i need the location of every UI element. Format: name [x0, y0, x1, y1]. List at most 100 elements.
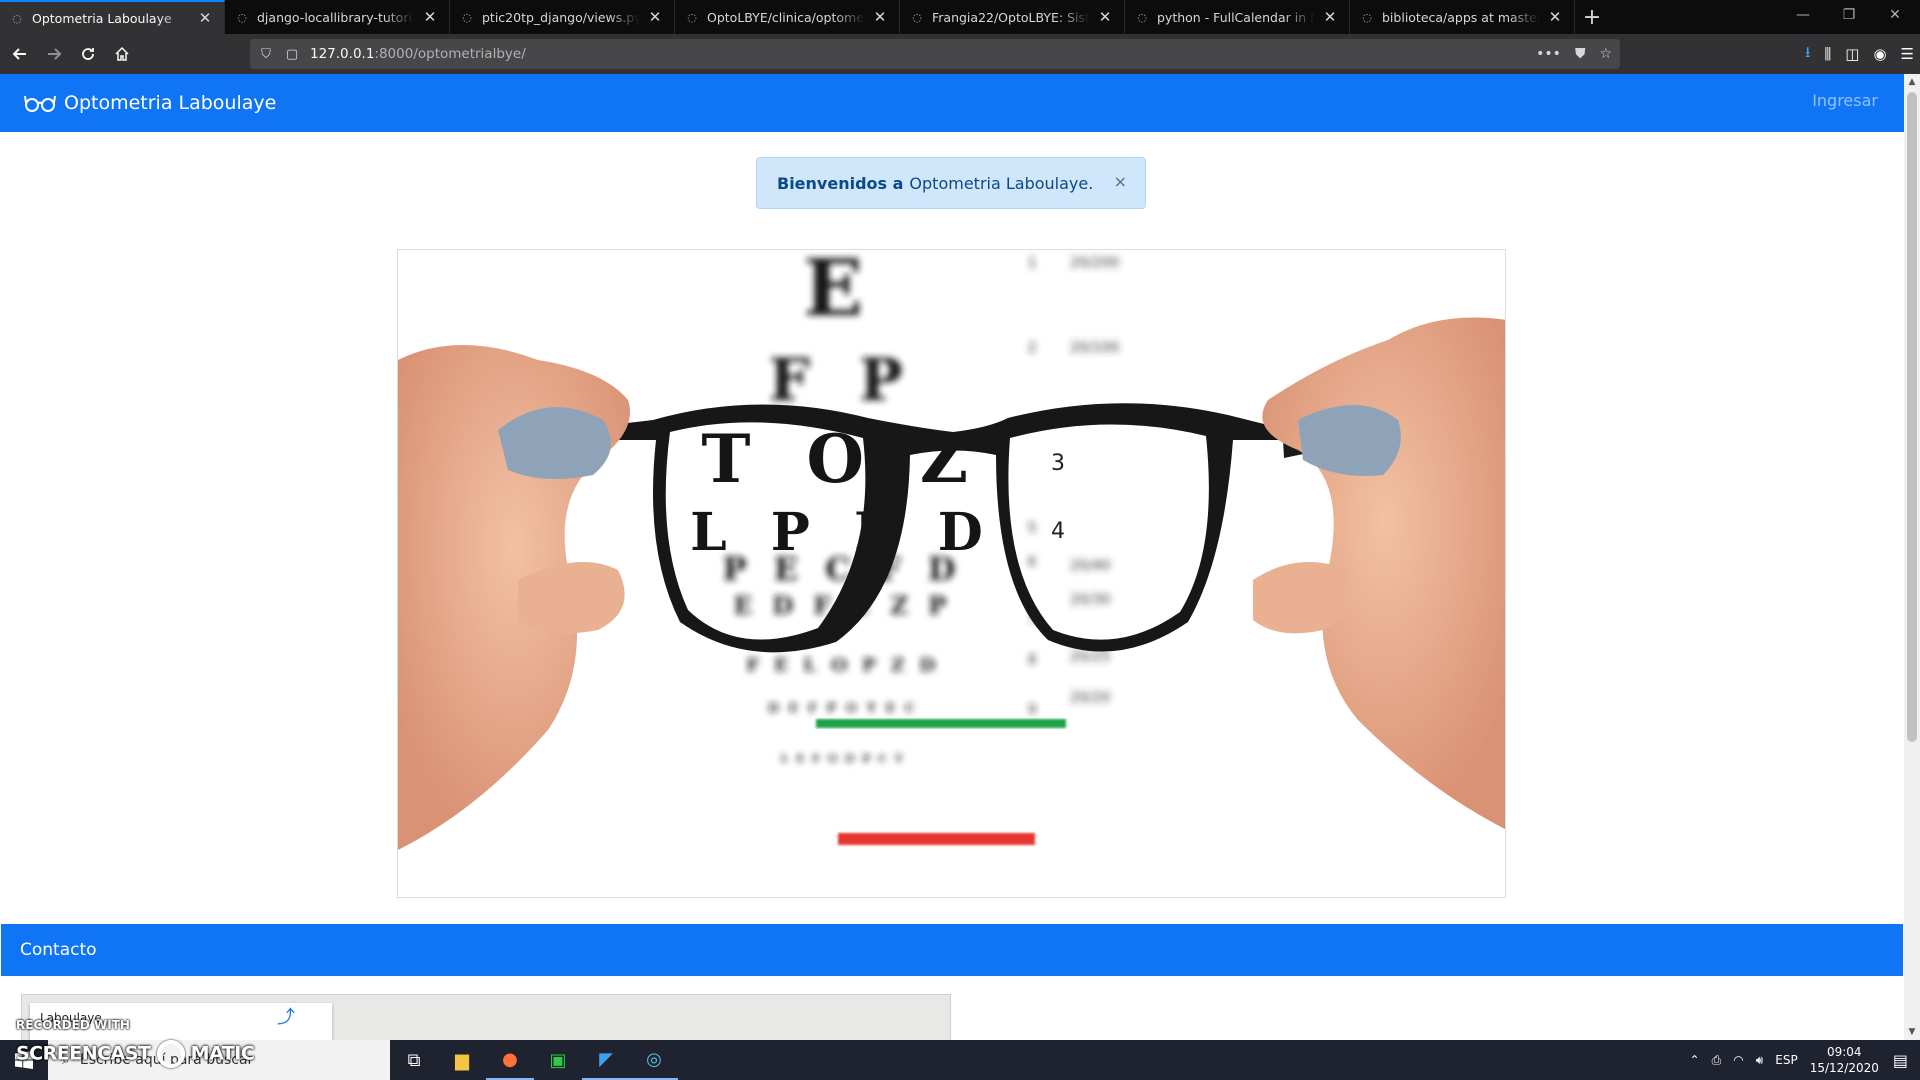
chart-row-number: 3 [1051, 451, 1065, 476]
tab-title: biblioteca/apps at master · dev [1382, 9, 1540, 25]
glasses-icon [24, 95, 56, 112]
browser-tab[interactable]: ◌ Optometria Laboulaye ✕ [0, 0, 225, 34]
screencast-app-icon[interactable]: ◎ [630, 1040, 678, 1080]
clock-time: 09:04 [1826, 1045, 1862, 1059]
vscode-icon[interactable]: ◤ [582, 1040, 630, 1080]
restore-icon[interactable]: ❐ [1826, 0, 1872, 30]
watermark-ring-icon [156, 1040, 185, 1068]
watermark-line3: MATIC [190, 1042, 255, 1065]
windows-taskbar: ⌕ Escribe aquí para buscar ⧉ ▆ ● ▣ ◤ ◎ ⌃… [0, 1040, 1920, 1080]
tab-title: django-locallibrary-tutorial/vie [257, 9, 415, 25]
hero-image: E120/200F P220/100P E C F D520/40E D F C… [397, 249, 1506, 898]
welcome-alert: Bienvenidos a Optometria Laboulaye. × [756, 157, 1146, 209]
scrollbar-thumb[interactable] [1907, 92, 1917, 742]
firefox-icon[interactable]: ● [486, 1040, 534, 1080]
tab-close-icon[interactable]: ✕ [196, 9, 214, 27]
file-explorer-icon[interactable]: ▆ [438, 1040, 486, 1080]
tab-close-icon[interactable]: ✕ [646, 8, 664, 26]
tab-close-icon[interactable]: ✕ [421, 8, 439, 26]
forward-icon[interactable] [38, 38, 70, 70]
chart-row-acuity: 20/30 [1070, 592, 1110, 608]
tab-favicon-icon: ◌ [462, 10, 472, 24]
page-actions-icon[interactable]: ••• [1536, 46, 1561, 62]
chart-row-acuity: 20/200 [1070, 255, 1119, 271]
tab-favicon-icon: ◌ [1137, 10, 1147, 24]
back-icon[interactable] [4, 38, 36, 70]
chart-row-letters: D E F P O T E C [768, 701, 917, 715]
chart-row-letters: L P E D [690, 502, 996, 563]
account-icon[interactable]: ◉ [1873, 45, 1886, 63]
tab-favicon-icon: ◌ [1362, 10, 1372, 24]
watermark-line1: RECORDED WITH [16, 1018, 130, 1032]
notifications-icon[interactable]: ▤ [1893, 1051, 1908, 1070]
green-app-icon[interactable]: ▣ [534, 1040, 582, 1080]
directions-icon[interactable]: ⤴ [277, 1003, 295, 1029]
new-tab-button[interactable]: + [1575, 0, 1609, 34]
chart-row-acuity: 20/40 [1070, 558, 1110, 574]
red-bar [838, 833, 1035, 845]
chart-row-acuity: 20/20 [1070, 690, 1110, 706]
alert-close-button[interactable]: × [1114, 172, 1127, 191]
chart-row-number: 5 [1028, 521, 1036, 536]
clock[interactable]: 09:04 15/12/2020 [1810, 1044, 1879, 1076]
downloads-icon[interactable]: ⭳ [1805, 42, 1810, 67]
browser-toolbar: ⛉ ▢ 127.0.0.1:8000/optometrialbye/ ••• ⛊… [0, 34, 1920, 74]
page-scrollbar[interactable]: ▲ ▼ [1904, 74, 1920, 1040]
clock-date: 15/12/2020 [1809, 1061, 1879, 1075]
chart-row-number: 1 [1028, 256, 1036, 271]
tab-favicon-icon: ◌ [12, 11, 22, 25]
tab-title: Optometria Laboulaye [32, 10, 172, 26]
task-view-icon[interactable]: ⧉ [390, 1040, 438, 1080]
chart-row-letters: E [804, 250, 883, 334]
chart-row-number: 2 [1028, 341, 1036, 356]
chart-row-acuity: 20/100 [1070, 340, 1119, 356]
show-hidden-icons[interactable]: ⌃ [1690, 1053, 1700, 1067]
address-bar[interactable]: ⛉ ▢ 127.0.0.1:8000/optometrialbye/ ••• ⛊… [250, 39, 1620, 69]
network-icon[interactable]: ◠ [1733, 1053, 1743, 1067]
browser-tab[interactable]: ◌ Frangia22/OptoLBYE: Sistema c ✕ [900, 0, 1125, 34]
tab-favicon-icon: ◌ [237, 10, 247, 24]
tab-close-icon[interactable]: ✕ [1096, 8, 1114, 26]
library-icon[interactable]: ⫼ [1824, 45, 1831, 63]
tab-favicon-icon: ◌ [687, 10, 697, 24]
menu-icon[interactable]: ☰ [1901, 45, 1914, 63]
url-host: 127.0.0.1 [310, 46, 375, 62]
chart-row-letters: F E L O P Z D [746, 655, 939, 676]
chart-row-number: 8 [1028, 653, 1036, 668]
home-icon[interactable] [106, 38, 138, 70]
chart-row-number: 4 [1051, 519, 1065, 544]
scroll-down-icon[interactable]: ▼ [1904, 1024, 1920, 1040]
shield-icon[interactable]: ⛉ [258, 47, 274, 62]
close-window-icon[interactable]: ✕ [1872, 0, 1918, 30]
tab-title: ptic20tp_django/views.py at m [482, 9, 640, 25]
minimize-icon[interactable]: — [1780, 0, 1826, 30]
page-info-icon[interactable]: ▢ [284, 47, 300, 62]
bookmark-star-icon[interactable]: ☆ [1599, 46, 1612, 62]
meet-now-icon[interactable]: ⎙ [1712, 1053, 1722, 1068]
chart-row-letters: L E F O D P C T [781, 754, 905, 765]
site-brand[interactable]: Optometria Laboulaye [64, 92, 276, 114]
tab-close-icon[interactable]: ✕ [1546, 8, 1564, 26]
reload-icon[interactable] [72, 38, 104, 70]
browser-tab-strip: ◌ Optometria Laboulaye ✕ ◌ django-locallibra… [0, 0, 1920, 34]
site-navbar: Optometria Laboulaye Ingresar [0, 74, 1904, 132]
language-indicator[interactable]: ESP [1775, 1053, 1797, 1067]
sidebar-icon[interactable]: ◫ [1845, 45, 1859, 63]
browser-tab[interactable]: ◌ ptic20tp_django/views.py at m ✕ [450, 0, 675, 34]
tab-close-icon[interactable]: ✕ [1321, 8, 1339, 26]
tab-close-icon[interactable]: ✕ [871, 8, 889, 26]
embedded-map[interactable]: Laboulaye ⤴ [21, 994, 951, 1040]
pocket-icon[interactable]: ⛊ [1575, 46, 1586, 62]
browser-tab[interactable]: ◌ OptoLBYE/clinica/optometriall ✕ [675, 0, 900, 34]
scroll-up-icon[interactable]: ▲ [1904, 74, 1920, 90]
chart-row-number: 9 [1028, 703, 1036, 718]
tab-favicon-icon: ◌ [912, 10, 922, 24]
browser-tab[interactable]: ◌ django-locallibrary-tutorial/vie ✕ [225, 0, 450, 34]
tab-title: python - FullCalendar in Djang [1157, 9, 1315, 25]
browser-tab[interactable]: ◌ python - FullCalendar in Djang ✕ [1125, 0, 1350, 34]
browser-tab[interactable]: ◌ biblioteca/apps at master · dev ✕ [1350, 0, 1575, 34]
tab-title: OptoLBYE/clinica/optometriall [707, 9, 865, 25]
volume-icon[interactable]: 🔊︎ [1756, 1053, 1764, 1068]
url-path: :8000/optometrialbye/ [374, 46, 526, 62]
login-link[interactable]: Ingresar [1812, 91, 1878, 110]
